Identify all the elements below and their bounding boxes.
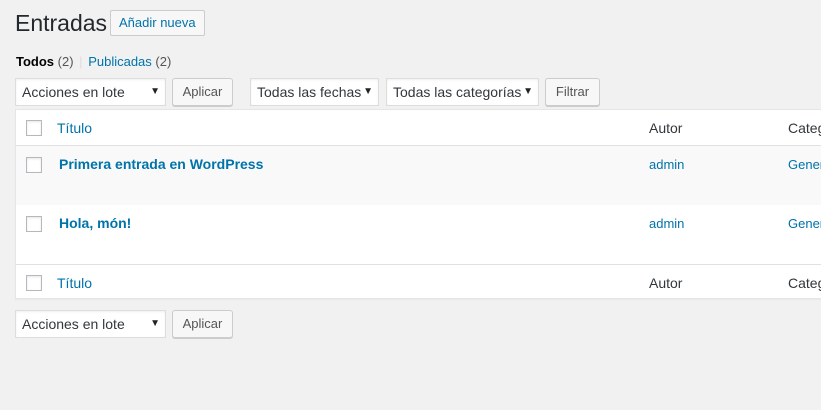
apply-button-top[interactable]: Aplicar [172, 78, 233, 106]
chevron-down-icon: ▼ [363, 86, 373, 97]
status-filter-links: Todos (2) | Publicadas (2) [16, 54, 171, 70]
page-title: Entradas [15, 10, 108, 36]
filter-published-link[interactable]: Publicadas (2) [88, 54, 171, 69]
column-footer-author: Autor [649, 275, 683, 291]
post-author-link[interactable]: admin [649, 216, 684, 231]
bulk-actions-select-top[interactable]: Acciones en lote ▼ [15, 78, 166, 106]
post-category-link[interactable]: Gener [788, 157, 821, 172]
post-author-link[interactable]: admin [649, 157, 684, 172]
apply-button-bottom[interactable]: Aplicar [172, 310, 233, 338]
table-footer-row: Título Autor Categ [16, 264, 821, 298]
bulk-actions-select-bottom[interactable]: Acciones en lote ▼ [15, 310, 166, 338]
select-all-checkbox[interactable] [26, 120, 42, 136]
posts-page: Entradas Añadir nueva Todos (2) | Public… [0, 0, 821, 410]
category-filter-select[interactable]: Todas las categorías ▼ [386, 78, 539, 106]
post-title-link[interactable]: Hola, món! [59, 215, 131, 231]
filter-separator: | [79, 54, 83, 69]
column-header-categories: Categ [788, 120, 821, 136]
add-new-button[interactable]: Añadir nueva [110, 10, 205, 36]
row-checkbox[interactable] [26, 216, 42, 232]
table-row: Hola, món! admin Gener [16, 205, 821, 264]
posts-table: Título Autor Categ Primera entrada en Wo… [15, 109, 821, 299]
row-checkbox[interactable] [26, 157, 42, 173]
table-row: Primera entrada en WordPress admin Gener [16, 146, 821, 205]
chevron-down-icon: ▼ [523, 86, 533, 97]
column-footer-title[interactable]: Título [57, 275, 92, 291]
select-all-checkbox-footer[interactable] [26, 275, 42, 291]
table-header-row: Título Autor Categ [16, 110, 821, 146]
post-title-link[interactable]: Primera entrada en WordPress [59, 156, 263, 172]
column-footer-categories: Categ [788, 275, 821, 291]
column-header-title[interactable]: Título [57, 120, 92, 136]
chevron-down-icon: ▼ [150, 86, 160, 97]
date-filter-select[interactable]: Todas las fechas ▼ [250, 78, 379, 106]
filter-all-link[interactable]: Todos (2) [16, 54, 74, 69]
filter-button[interactable]: Filtrar [545, 78, 600, 106]
post-category-link[interactable]: Gener [788, 216, 821, 231]
column-header-author: Autor [649, 120, 683, 136]
chevron-down-icon: ▼ [150, 318, 160, 329]
